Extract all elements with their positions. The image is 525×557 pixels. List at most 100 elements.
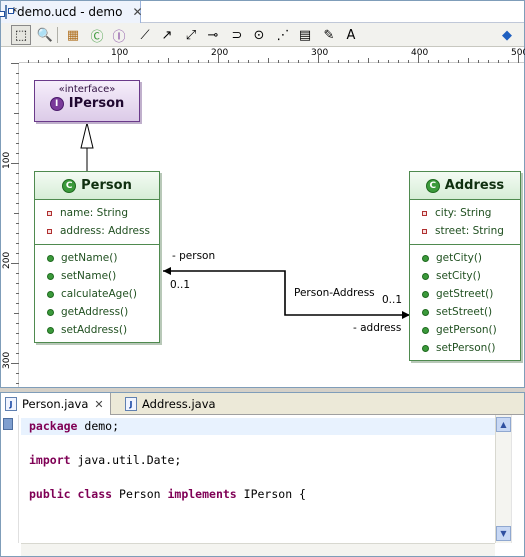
class-attribute[interactable]: name: String [47,204,159,222]
association-role-address[interactable]: - address [353,322,401,334]
generalization-arrowhead [80,122,94,149]
required-interface-tool-icon[interactable]: ⊃ [227,25,247,45]
class-address[interactable]: C Address city: String street: String get… [409,171,521,361]
class-header: C Address [410,172,520,200]
class-attribute[interactable]: street: String [422,222,520,240]
ruler-tick [16,123,19,124]
select-tool-icon[interactable]: ⬚ [11,25,31,45]
ruler-tick [108,60,109,63]
text-tool-icon[interactable]: A [341,25,361,45]
association-multiplicity-address[interactable]: 0..1 [382,294,402,306]
java-editor: J Person.java ✕ J Address.java package d… [0,392,525,557]
directed-association-tool-icon[interactable]: ↗ [157,25,177,45]
tab-title: *demo.ucd - demo [11,5,123,19]
class-person[interactable]: C Person name: String address: Address ge… [34,171,160,343]
class-operation[interactable]: calculateAge() [47,285,159,303]
close-icon[interactable]: ✕ [132,5,142,19]
ruler-tick [14,113,19,114]
tab-demo-ucd[interactable]: *demo.ucd - demo ✕ [0,1,143,23]
note-tool-icon[interactable]: ▤ [295,25,315,45]
ruler-tick [168,58,169,63]
class-attribute[interactable]: address: Address [47,222,159,240]
diagram-editor: *demo.ucd - demo ✕ ⬚ 🔍 ▦ Ⓒ Ⓘ ⟋ ↗ ⤢ ⊸ ⊃ ⊙ ⋰ ▤ ✎ A ◆ 100 2… [0,0,525,388]
class-operation[interactable]: setName() [47,267,159,285]
class-icon: C [62,178,77,193]
ruler-tick [16,383,19,384]
ruler-tick [16,83,19,84]
ruler-tick [178,60,179,63]
class-tool-icon[interactable]: Ⓒ [87,25,107,45]
zoom-tool-icon[interactable]: 🔍 [35,25,55,45]
close-icon[interactable]: ✕ [94,398,103,411]
scroll-down-icon[interactable]: ▼ [496,526,511,541]
overview-ruler [511,415,524,543]
class-operation[interactable]: setCity() [422,267,520,285]
ruler-tick [198,60,199,63]
java-file-icon: J [5,397,17,411]
dependency-tool-icon[interactable]: ⤢ [181,25,201,45]
layers-tool-icon[interactable]: ◆ [497,25,517,45]
generalization-tool-icon[interactable]: ⋰ [273,25,293,45]
class-name: Address [444,178,505,193]
class-operation[interactable]: setAddress() [47,321,159,339]
ruler-tick [88,60,89,63]
class-attribute[interactable]: city: String [422,204,520,222]
interface-stereotype: «interface» [58,84,116,95]
association-name[interactable]: Person-Address [294,287,375,299]
class-header: C Person [35,172,159,200]
ruler-tick [16,233,19,234]
ruler-tick [16,193,19,194]
class-operation[interactable]: getPerson() [422,321,520,339]
ruler-tick [16,283,19,284]
interface-tool-icon[interactable]: Ⓘ [109,25,129,45]
tab-person-java[interactable]: J Person.java ✕ [1,393,111,415]
public-method-icon [47,254,54,262]
class-operation[interactable]: getStreet() [422,285,520,303]
port-tool-icon[interactable]: ⊙ [249,25,269,45]
ruler-tick [16,243,19,244]
ruler-tick [328,60,329,63]
ruler-tick [28,60,29,63]
association-role-person[interactable]: - person [172,250,215,262]
ruler-tick [16,133,19,134]
public-method-icon [422,290,429,298]
ruler-tick [16,103,19,104]
interface-iperson[interactable]: «interface» I IPerson [34,80,140,122]
ruler-tick [458,60,459,63]
public-method-icon [422,272,429,280]
ruler-tick [11,63,19,64]
java-tab-bar: J Person.java ✕ J Address.java [1,393,524,415]
class-operation[interactable]: setStreet() [422,303,520,321]
editor-tab-bar: *demo.ucd - demo ✕ [0,1,524,23]
class-operations: getCity() setCity() getStreet() setStreet()… [410,245,520,361]
association-multiplicity-person[interactable]: 0..1 [170,279,190,291]
association-end-person [163,267,171,275]
provided-interface-tool-icon[interactable]: ⊸ [203,25,223,45]
ruler-tick [16,223,19,224]
ruler-tick [428,60,429,63]
ruler-tick [348,60,349,63]
class-operation[interactable]: getCity() [422,249,520,267]
note-link-tool-icon[interactable]: ✎ [319,25,339,45]
horizontal-scrollbar[interactable] [21,543,495,556]
class-operation[interactable]: getName() [47,249,159,267]
ruler-tick [16,183,19,184]
public-method-icon [47,290,54,298]
package-tool-icon[interactable]: ▦ [63,25,83,45]
class-attributes: name: String address: Address [35,200,159,245]
code-area[interactable]: package demo; import java.util.Date; pub… [21,415,495,543]
class-operation[interactable]: getAddress() [47,303,159,321]
vertical-scrollbar[interactable]: ▲ ▼ [495,415,511,543]
association-tool-icon[interactable]: ⟋ [135,25,155,45]
tab-address-java[interactable]: J Address.java [121,393,231,415]
ruler-tick [508,60,509,63]
ruler-tick [11,263,19,264]
ruler-tick [14,213,19,214]
diagram-canvas[interactable]: «interface» I IPerson C Person name: Str… [20,64,524,387]
public-method-icon [422,254,429,262]
ruler-tick [14,313,19,314]
ruler-label: 300 [2,351,12,369]
scroll-up-icon[interactable]: ▲ [496,417,511,432]
class-operation[interactable]: setPerson() [422,339,520,357]
ruler-tick [38,60,39,63]
